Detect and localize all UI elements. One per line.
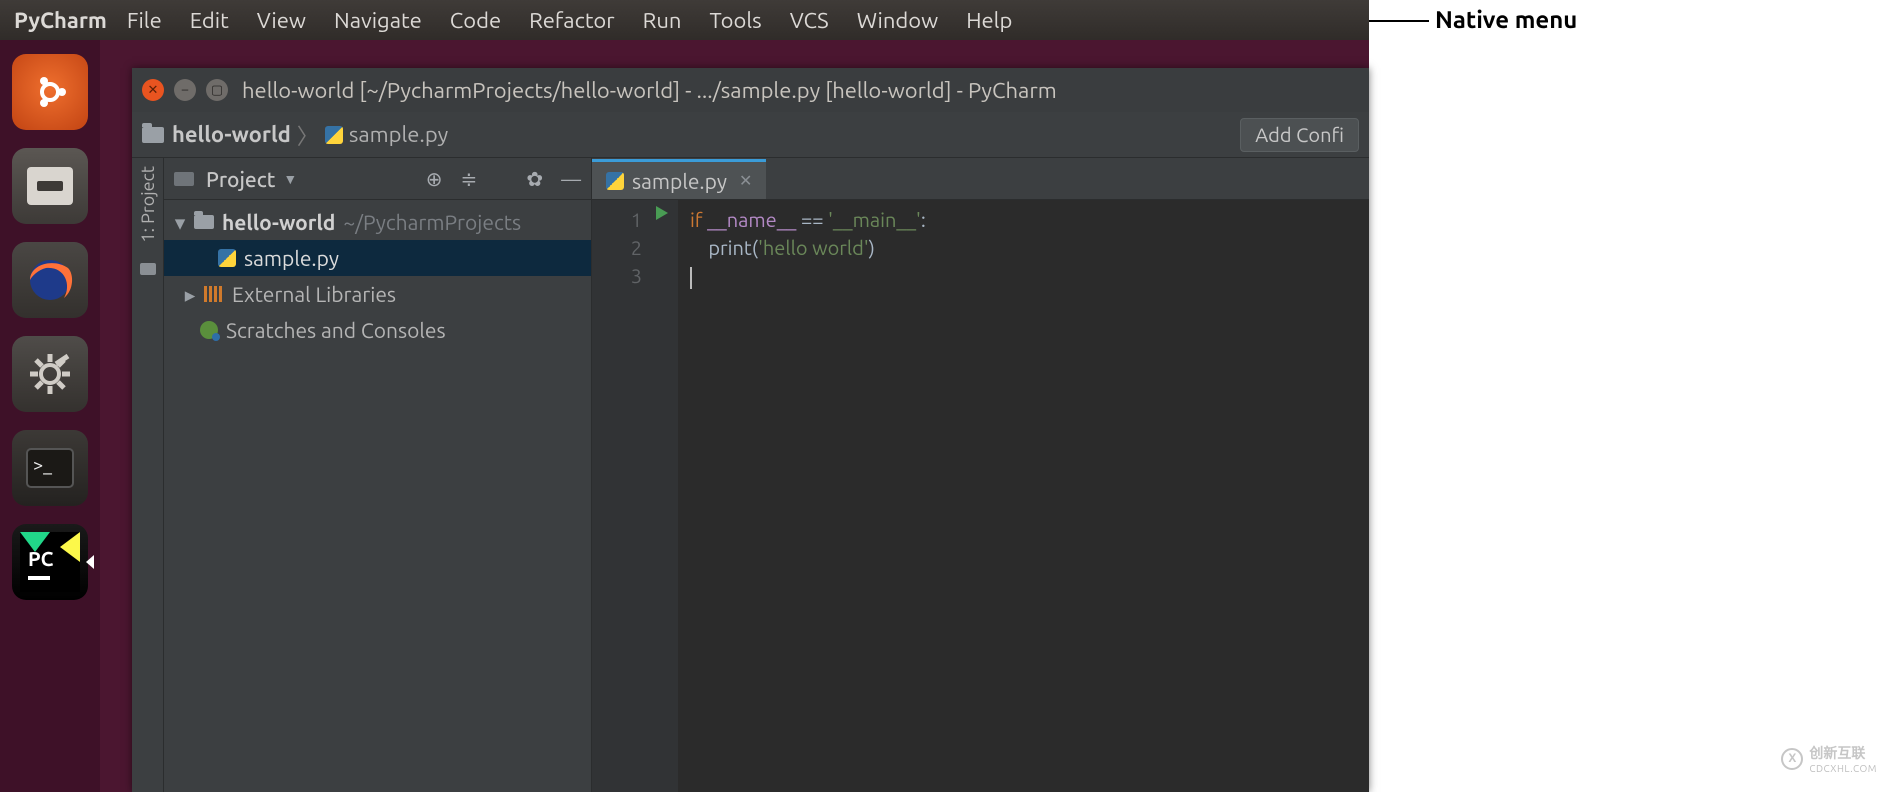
close-tab-icon[interactable]: ✕ [739,171,752,190]
project-tool-window: Project ▼ ⊕ ≑ ✿ — ▾ hello-world [164,158,592,792]
project-pane-title[interactable]: Project [206,167,275,191]
window-close-button[interactable]: ✕ [142,79,164,101]
expand-all-icon[interactable]: ≑ [461,167,478,191]
gear-icon[interactable]: ✿ [526,167,543,191]
launcher-dash-icon[interactable] [12,54,88,130]
chevron-right-icon[interactable]: ▸ [184,282,196,307]
watermark-logo-icon: X [1781,748,1803,770]
project-tool-button[interactable]: 1: Project [138,166,158,243]
svg-text:PC: PC [28,547,54,570]
tree-external-label: External Libraries [232,282,396,306]
structure-tool-icon[interactable] [140,263,156,275]
menu-navigate[interactable]: Navigate [320,8,436,33]
line-number: 2 [592,234,642,262]
line-number-gutter: 1 2 3 [592,200,652,792]
launcher-files-icon[interactable] [12,148,88,224]
menu-run[interactable]: Run [629,8,696,33]
pycharm-titlebar[interactable]: ✕ – ▢ hello-world [~/PycharmProjects/hel… [132,68,1369,112]
menu-help[interactable]: Help [952,8,1026,33]
text-cursor [690,267,692,289]
code-indent [690,236,708,259]
code-string: '__main__' [828,208,921,231]
locate-icon[interactable]: ⊕ [426,167,443,191]
editor-tabs: sample.py ✕ [592,158,1369,200]
scratches-icon [200,321,218,339]
run-gutter [652,200,678,792]
folder-icon [142,127,164,143]
chevron-down-icon[interactable]: ▾ [174,210,186,235]
line-number: 1 [592,206,642,234]
project-view-icon [174,172,194,186]
chevron-down-icon[interactable]: ▼ [283,171,297,187]
watermark-sub: CDCXHL.COM [1809,763,1877,774]
tool-window-stripe: 1: Project [132,158,164,792]
launcher-firefox-icon[interactable] [12,242,88,318]
code-paren-close: ) [869,236,875,259]
tree-root-path: ~/PycharmProjects [343,210,521,234]
menu-refactor[interactable]: Refactor [515,8,629,33]
folder-icon [194,215,214,229]
annotation-label: Native menu [1435,6,1577,33]
tree-root-name: hello-world [222,210,335,234]
launcher-settings-icon[interactable] [12,336,88,412]
menu-code[interactable]: Code [436,8,515,33]
window-maximize-button[interactable]: ▢ [206,79,228,101]
navigation-bar: hello-world 〉 sample.py Add Confi [132,112,1369,158]
code-editor[interactable]: 1 2 3 if __name__ == '__main__': print('… [592,200,1369,792]
tree-file-label: sample.py [244,246,339,270]
menu-tools[interactable]: Tools [695,8,775,33]
breadcrumb-file[interactable]: sample.py [349,122,448,147]
tree-external-libraries[interactable]: ▸ External Libraries [164,276,591,312]
menu-edit[interactable]: Edit [176,8,243,33]
tree-scratches[interactable]: Scratches and Consoles [164,312,591,348]
code-colon: : [921,208,926,231]
code-string: 'hello world' [758,236,869,259]
svg-text:>_: >_ [33,455,52,475]
project-pane-header: Project ▼ ⊕ ≑ ✿ — [164,158,591,200]
line-number: 3 [592,262,642,290]
menu-file[interactable]: File [113,8,176,33]
python-file-icon [218,249,236,267]
code-op: == [801,208,824,231]
python-file-icon [325,126,343,144]
menubar-app-name: PyCharm [14,8,107,33]
code-keyword: if [690,208,702,231]
tree-root-folder[interactable]: ▾ hello-world ~/PycharmProjects [164,204,591,240]
launcher-terminal-icon[interactable]: >_ [12,430,88,506]
ubuntu-desktop: >_ PC ✕ – ▢ hello-world [~/PycharmProjec… [0,40,1369,792]
run-line-icon[interactable] [656,206,668,220]
tree-scratches-label: Scratches and Consoles [226,318,446,342]
project-tree: ▾ hello-world ~/PycharmProjects sample.p… [164,200,591,792]
code-dunder: __name__ [707,208,796,231]
editor-tab-label: sample.py [632,169,727,193]
annotation-leader-line [1369,20,1429,22]
tree-file-sample[interactable]: sample.py [164,240,591,276]
pycharm-window: ✕ – ▢ hello-world [~/PycharmProjects/hel… [132,68,1369,792]
main-content: 1: Project Project ▼ ⊕ ≑ ✿ — [132,158,1369,792]
ubuntu-launcher: >_ PC [0,40,100,792]
window-minimize-button[interactable]: – [174,79,196,101]
hide-icon[interactable]: — [561,167,581,191]
window-title: hello-world [~/PycharmProjects/hello-wor… [242,78,1057,103]
code-fn: print [708,236,751,259]
menu-vcs[interactable]: VCS [776,8,843,33]
editor-tab-sample[interactable]: sample.py ✕ [592,159,766,199]
menu-window[interactable]: Window [843,8,953,33]
ubuntu-menubar: PyCharm File Edit View Navigate Code Ref… [0,0,1369,40]
watermark: X 创新互联 CDCXHL.COM [1781,743,1877,774]
window-controls: ✕ – ▢ [142,79,228,101]
menu-view[interactable]: View [243,8,320,33]
code-text[interactable]: if __name__ == '__main__': print('hello … [678,200,1369,792]
launcher-pycharm-icon[interactable]: PC [12,524,88,600]
python-file-icon [606,172,624,190]
breadcrumb-project[interactable]: hello-world [172,122,291,147]
watermark-brand: 创新互联 [1809,743,1877,763]
library-icon [204,286,224,302]
breadcrumb-separator: 〉 [297,119,319,151]
add-configuration-button[interactable]: Add Confi [1240,118,1359,152]
editor-area: sample.py ✕ 1 2 3 if __name__ == '__main… [592,158,1369,792]
